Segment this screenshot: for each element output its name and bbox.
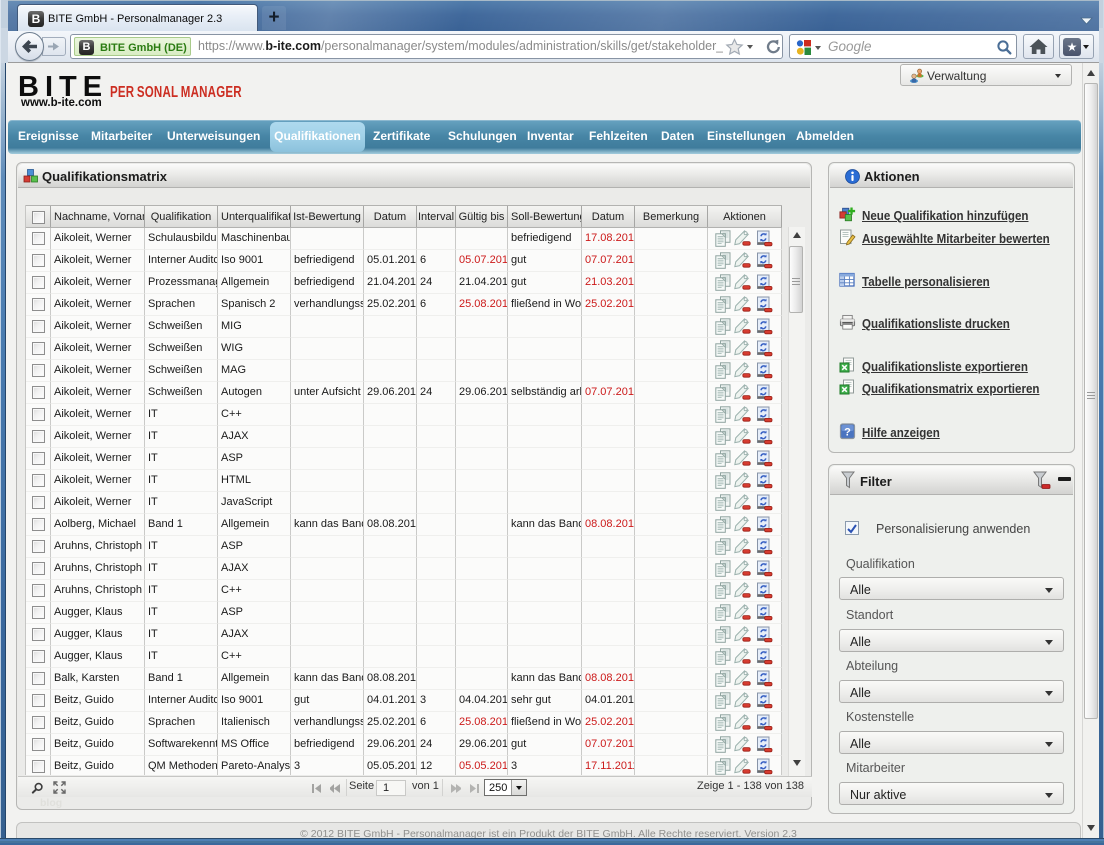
- svg-text:?: ?: [844, 427, 851, 439]
